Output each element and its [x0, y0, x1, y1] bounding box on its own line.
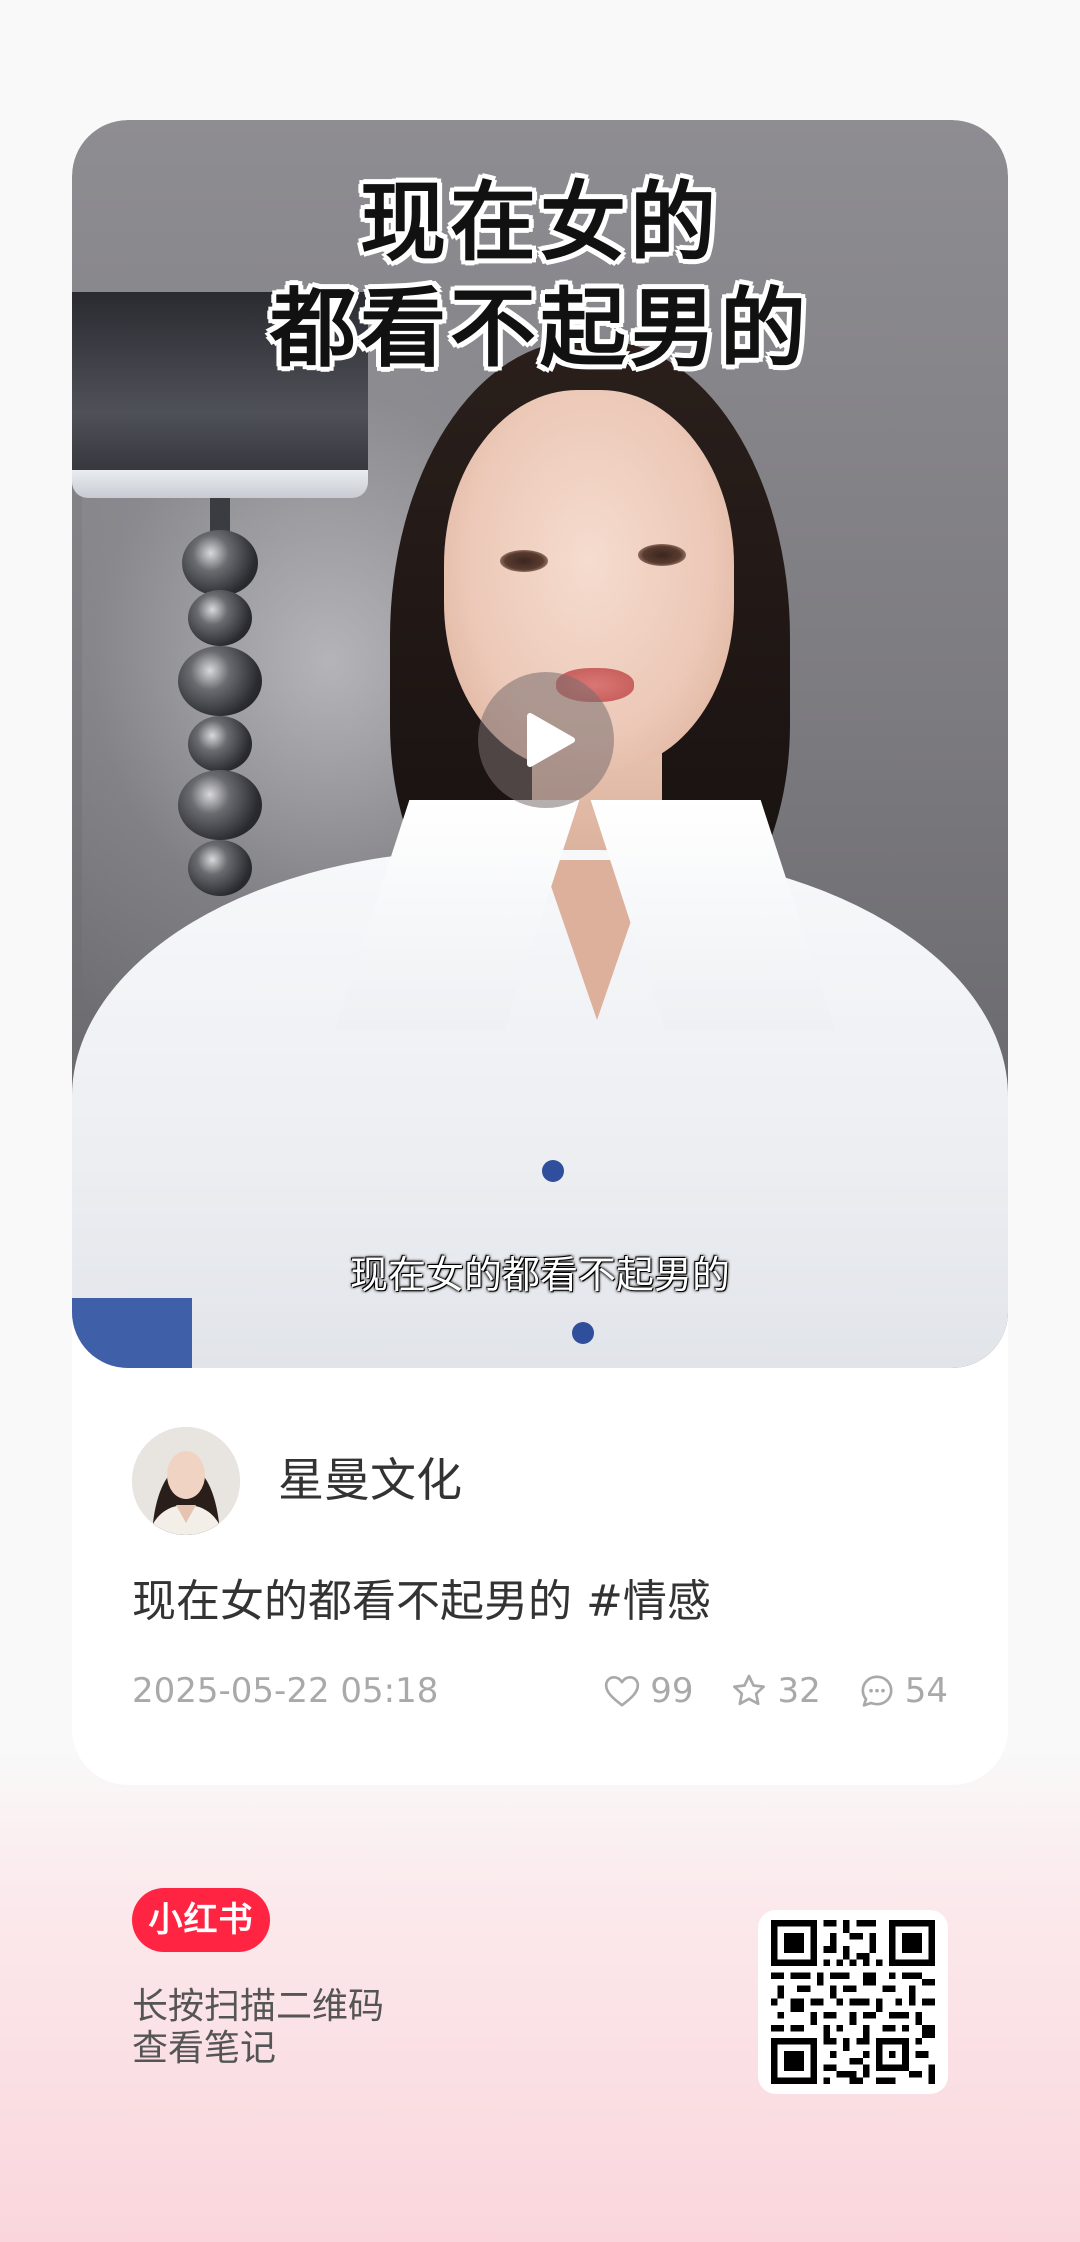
scan-hint: 长按扫描二维码 查看笔记	[132, 1986, 384, 2070]
lamp-ball	[188, 840, 252, 896]
note-date: 2025-05-22 05:18	[132, 1671, 439, 1711]
lamp-ball	[178, 646, 262, 716]
play-button[interactable]	[478, 672, 614, 808]
lamp-ball	[188, 590, 252, 646]
comment-count: 54	[904, 1671, 948, 1711]
lamp-shade-rim	[72, 470, 368, 498]
lamp-ball	[188, 716, 252, 772]
cover-title-line2: 都看不起男的	[270, 278, 810, 379]
qr-code-image	[771, 1920, 935, 2084]
shirt-button	[572, 1322, 594, 1344]
note-title: 现在女的都看不起男的 #情感	[132, 1576, 711, 1627]
comment-stat[interactable]: 54	[857, 1671, 948, 1711]
like-stat[interactable]: 99	[602, 1671, 693, 1711]
sleeve-cuff	[72, 1298, 192, 1368]
shirt-button	[542, 1160, 564, 1182]
play-icon	[527, 713, 575, 767]
brand-logo: 小红书	[132, 1888, 270, 1952]
qr-code[interactable]	[758, 1910, 948, 2094]
like-count: 99	[650, 1671, 694, 1711]
author-avatar[interactable]	[132, 1427, 240, 1535]
star-icon	[733, 1674, 766, 1706]
avatar-image	[132, 1427, 240, 1535]
person-eye-left	[500, 550, 548, 572]
video-cover[interactable]: 现在女的 都看不起男的 现在女的都看不起男的	[72, 120, 1008, 1368]
scan-hint-line2: 查看笔记	[132, 2028, 277, 2069]
collect-stat[interactable]: 32	[729, 1671, 821, 1711]
author-name[interactable]: 星曼文化	[278, 1450, 462, 1510]
note-card: 现在女的 都看不起男的 现在女的都看不起男的 星曼文化 现在女的都看不起男的 #…	[72, 120, 1008, 1785]
collect-count: 32	[777, 1671, 821, 1711]
heart-icon	[605, 1676, 640, 1707]
person-eye-right	[638, 544, 686, 566]
video-subtitle: 现在女的都看不起男的	[349, 1253, 730, 1297]
comment-icon	[861, 1675, 893, 1707]
scan-hint-line1: 长按扫描二维码	[132, 1986, 385, 2027]
note-stats: 99 32 54	[566, 1668, 948, 1714]
lamp-ball	[178, 770, 262, 840]
lamp-ball	[182, 530, 258, 596]
